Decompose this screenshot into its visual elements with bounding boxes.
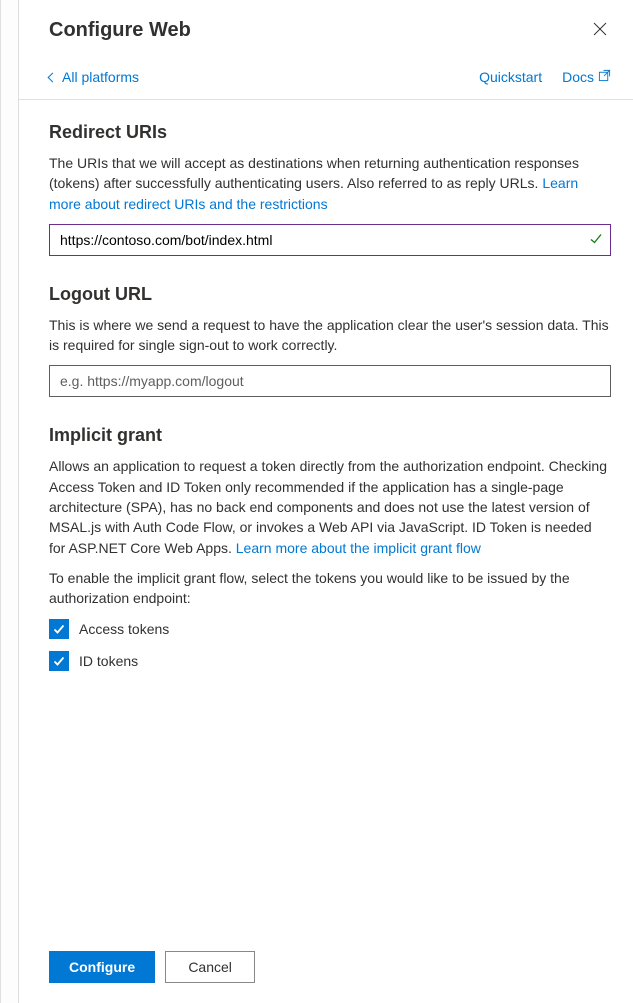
implicit-enable-text: To enable the implicit grant flow, selec… (49, 568, 611, 609)
implicit-learn-more-link[interactable]: Learn more about the implicit grant flow (236, 540, 481, 556)
close-icon (593, 22, 607, 39)
redirect-uris-heading: Redirect URIs (49, 122, 611, 143)
checkmark-valid-icon (589, 231, 603, 248)
chevron-left-icon (48, 72, 58, 82)
cancel-button[interactable]: Cancel (165, 951, 255, 983)
checkbox-checked-icon (49, 651, 69, 671)
configure-button[interactable]: Configure (49, 951, 155, 983)
logout-url-heading: Logout URL (49, 284, 611, 305)
id-tokens-label: ID tokens (79, 653, 138, 669)
logout-url-input[interactable] (49, 365, 611, 397)
all-platforms-link[interactable]: All platforms (49, 69, 139, 85)
id-tokens-checkbox[interactable]: ID tokens (49, 651, 611, 671)
logout-url-description: This is where we send a request to have … (49, 315, 611, 356)
implicit-grant-heading: Implicit grant (49, 425, 611, 446)
quickstart-link[interactable]: Quickstart (479, 69, 542, 85)
panel-title: Configure Web (49, 19, 191, 42)
access-tokens-checkbox[interactable]: Access tokens (49, 619, 611, 639)
access-tokens-label: Access tokens (79, 621, 169, 637)
close-button[interactable] (589, 18, 611, 43)
redirect-uris-description: The URIs that we will accept as destinat… (49, 153, 611, 214)
back-link-label: All platforms (62, 69, 139, 85)
docs-link[interactable]: Docs (562, 69, 611, 85)
external-link-icon (598, 69, 611, 85)
redirect-uri-input[interactable] (49, 224, 611, 256)
implicit-grant-description: Allows an application to request a token… (49, 456, 611, 557)
docs-link-label: Docs (562, 69, 594, 85)
checkbox-checked-icon (49, 619, 69, 639)
